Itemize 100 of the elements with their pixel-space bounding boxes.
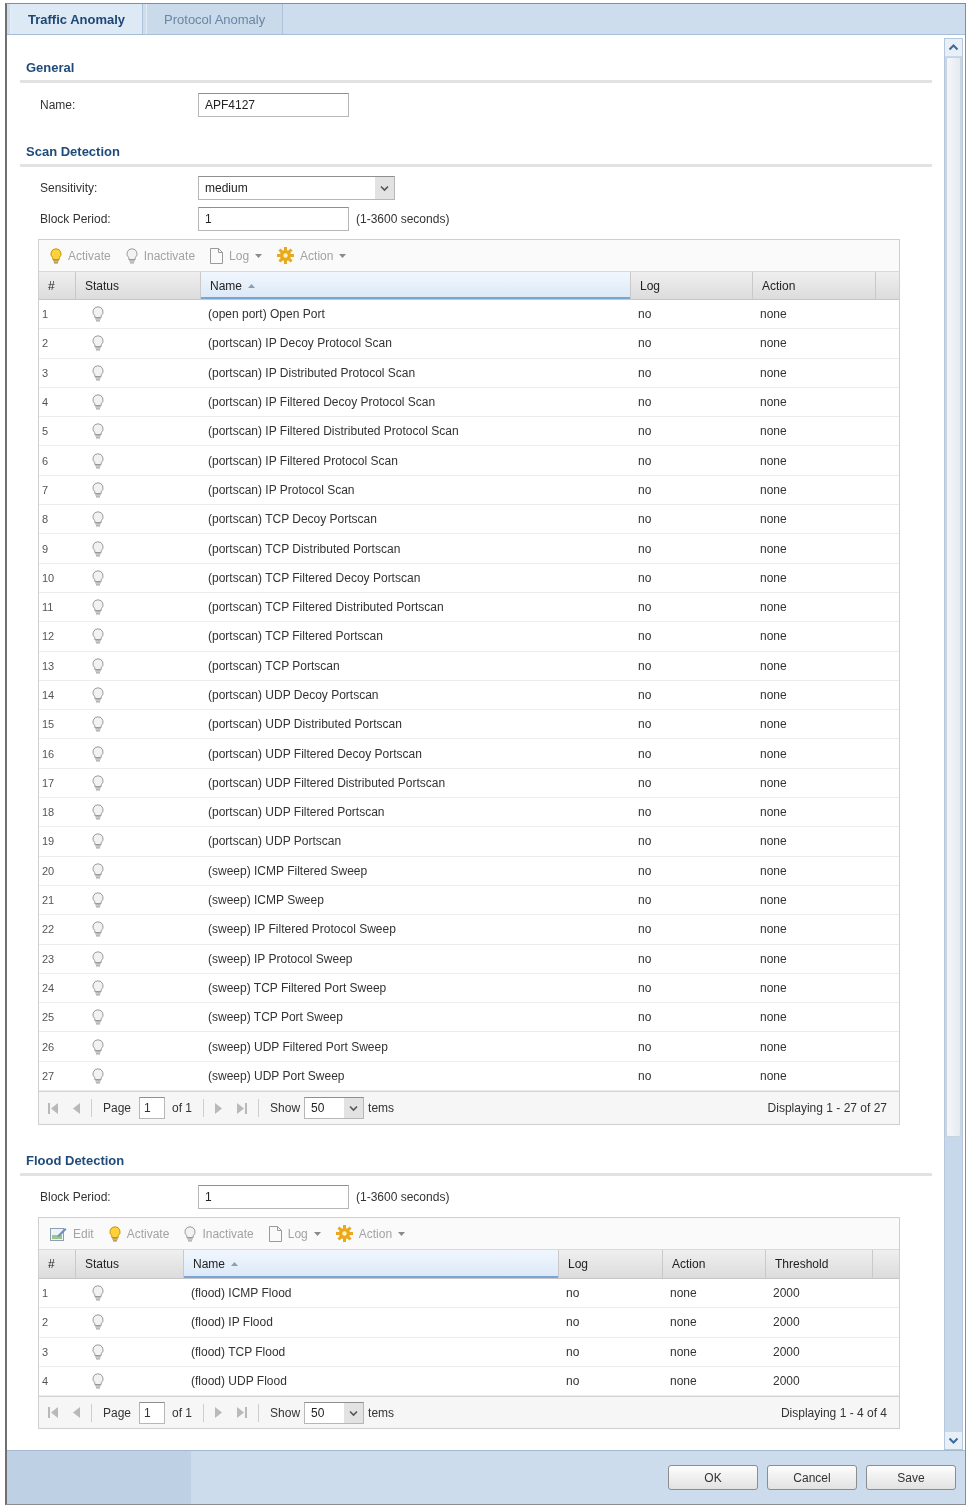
table-cell-text: none [759, 862, 788, 880]
row-number: 10 [41, 570, 56, 586]
show-label: Show [270, 1405, 301, 1420]
page-field[interactable]: 1 [139, 1097, 166, 1119]
scroll-down-icon[interactable] [945, 1432, 962, 1449]
page-label: Page [103, 1405, 132, 1420]
sort-up-icon [231, 1262, 238, 1266]
table-cell-text: no [637, 511, 653, 529]
table-cell-text: no [637, 335, 653, 353]
row-number: 4 [41, 395, 50, 411]
table-cell-text: no [637, 804, 653, 822]
table-cell-text: none [759, 335, 788, 353]
table-cell-text: (portscan) UDP Decoy Portscan [207, 687, 380, 704]
table-cell-text: (portscan) UDP Filtered Portscan [207, 804, 386, 822]
field-label: Sensitivity: [40, 181, 99, 195]
cancel-button[interactable]: Cancel [767, 1465, 857, 1490]
row-number: 19 [41, 834, 56, 850]
table-cell-text: (sweep) UDP Port Sweep [207, 1067, 346, 1085]
row-number: 25 [41, 1010, 56, 1026]
table-cell-text: none [759, 950, 788, 968]
table-cell-text: (sweep) UDP Filtered Port Sweep [207, 1038, 389, 1056]
table-cell-text: none [669, 1373, 698, 1391]
row-number: 5 [41, 424, 50, 440]
page-size-select[interactable]: 50 [304, 1097, 365, 1119]
tab[interactable]: Traffic Anomaly [10, 4, 144, 34]
table-cell-text: none [759, 423, 788, 441]
table-cell-text: (sweep) IP Filtered Protocol Sweep [207, 921, 397, 939]
scrollbar-track[interactable] [944, 38, 963, 1450]
table-cell-text: none [759, 569, 788, 587]
table-cell-text: no [565, 1373, 581, 1391]
table-cell-text: none [759, 892, 788, 910]
document-icon [210, 247, 224, 264]
lightbulb-icon [50, 247, 62, 264]
table-cell-text: (sweep) TCP Port Sweep [207, 1009, 344, 1027]
row-number: 1 [41, 307, 50, 323]
text-field[interactable]: 1 [198, 1185, 349, 1209]
table-cell-text: (portscan) IP Filtered Protocol Scan [207, 452, 399, 470]
row-number: 22 [41, 922, 56, 938]
column-header[interactable]: Log [559, 1250, 663, 1278]
table-cell-text: (portscan) TCP Filtered Decoy Portscan [207, 569, 422, 587]
field-label: Block Period: [40, 212, 112, 226]
table-cell-text: none [759, 306, 788, 324]
table-cell-text: 2000 [772, 1343, 801, 1361]
row-number: 8 [41, 512, 50, 528]
table-cell-text: none [759, 687, 788, 704]
table-cell-text: (portscan) TCP Filtered Distributed Portscan [207, 599, 445, 617]
column-header[interactable]: Threshold [766, 1250, 873, 1278]
show-label: Show [270, 1101, 301, 1115]
table-cell-text: none [759, 452, 788, 470]
table-cell-text: (portscan) IP Filtered Decoy Protocol Scan [207, 394, 437, 412]
table-cell-text: 2000 [772, 1314, 801, 1332]
table-cell-text: none [759, 1067, 788, 1085]
table-cell-text: no [637, 892, 653, 910]
row-number: 18 [41, 805, 56, 821]
column-header[interactable]: Log [631, 272, 753, 299]
save-button[interactable]: Save [866, 1465, 956, 1490]
table-cell-text: no [637, 452, 653, 470]
table-cell-text: no [637, 306, 653, 324]
table-cell-text: no [637, 364, 653, 382]
row-number: 23 [41, 951, 56, 967]
items-label: tems [368, 1101, 395, 1115]
table-cell-text: no [637, 833, 653, 851]
row-number: 14 [41, 688, 56, 703]
column-header[interactable]: Action [663, 1250, 766, 1278]
lightbulb-icon [125, 247, 138, 264]
column-header[interactable]: # [39, 272, 76, 299]
scroll-up-icon[interactable] [945, 39, 962, 56]
column-header[interactable]: # [39, 1250, 76, 1278]
table-cell-text: no [637, 921, 653, 939]
display-summary: Displaying 1 - 27 of 27 [767, 1101, 887, 1115]
row-number: 11 [41, 600, 55, 616]
display-summary: Displaying 1 - 4 of 4 [780, 1405, 887, 1420]
field-label: Name: [40, 98, 77, 112]
table-cell-text: none [759, 481, 788, 499]
row-number: 16 [41, 746, 56, 762]
table-cell-text: no [637, 979, 653, 997]
table-cell-text: none [759, 979, 788, 997]
row-number: 20 [41, 863, 56, 879]
section-title: Flood Detection [25, 1153, 126, 1169]
table-cell-text: (sweep) TCP Filtered Port Sweep [207, 979, 388, 997]
column-header[interactable]: Name [184, 1250, 559, 1278]
column-header[interactable]: Name [201, 272, 631, 299]
row-number: 17 [41, 775, 56, 791]
scrollbar-thumb[interactable] [946, 57, 961, 1137]
text-field[interactable]: 1 [198, 207, 349, 231]
table-cell-text: (portscan) TCP Decoy Portscan [207, 511, 378, 529]
table-cell-text: (portscan) IP Decoy Protocol Scan [207, 335, 393, 353]
table-cell-text: none [759, 657, 788, 675]
table-cell-text: none [759, 364, 788, 382]
text-field[interactable]: APF4127 [198, 93, 349, 117]
column-header[interactable]: Action [753, 272, 876, 299]
sort-up-icon [248, 283, 255, 288]
table-cell-text: none [759, 599, 788, 617]
ok-button[interactable]: OK [668, 1465, 758, 1490]
table-cell-text: no [565, 1285, 581, 1303]
page-field[interactable]: 1 [139, 1401, 166, 1424]
page-label: Page [103, 1101, 132, 1115]
row-number: 2 [41, 336, 50, 352]
dropdown-select[interactable]: medium [198, 176, 395, 200]
page-size-select[interactable]: 50 [304, 1401, 365, 1424]
